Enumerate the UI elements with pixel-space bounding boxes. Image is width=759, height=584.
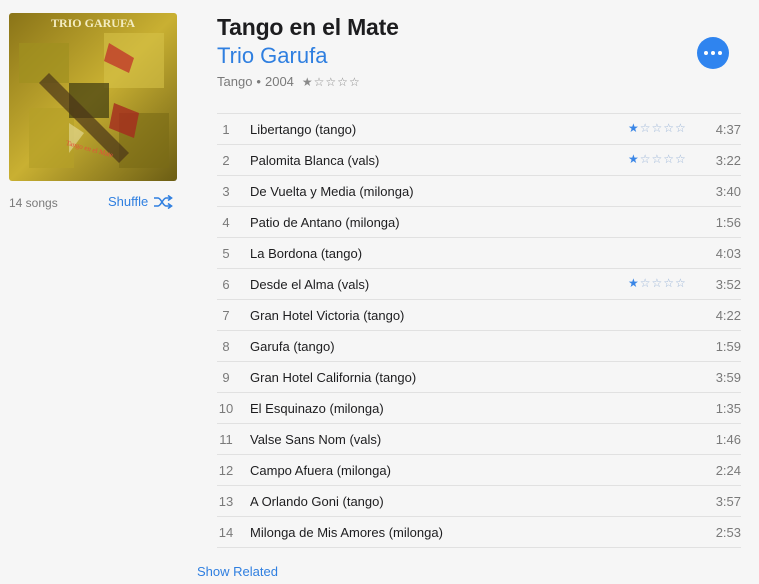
track-number: 13 <box>218 493 234 509</box>
track-row[interactable]: 13 A Orlando Goni (tango) 3:57 <box>217 486 741 517</box>
track-row[interactable]: 14 Milonga de Mis Amores (milonga) 2:53 <box>217 517 741 548</box>
track-row[interactable]: 7 Gran Hotel Victoria (tango) 4:22 <box>217 300 741 331</box>
track-duration: 1:35 <box>715 400 741 416</box>
track-number: 2 <box>222 152 230 168</box>
track-row[interactable]: 3 De Vuelta y Media (milonga) 3:40 <box>217 176 741 207</box>
shuffle-icon <box>154 194 174 209</box>
rating-filled: ★ <box>628 152 640 166</box>
track-row[interactable]: 11 Valse Sans Nom (vals) 1:46 <box>217 424 741 455</box>
track-name: De Vuelta y Media (milonga) <box>250 183 414 199</box>
album-artwork-image: TRIO GARUFA Tango en el Mate <box>9 13 177 181</box>
track-row[interactable]: 2 Palomita Blanca (vals) ★☆☆☆☆ 3:22 <box>217 145 741 176</box>
album-genre: Tango <box>217 74 253 89</box>
track-name: Gran Hotel Victoria (tango) <box>250 307 405 323</box>
track-duration: 4:37 <box>715 121 741 137</box>
track-row[interactable]: 6 Desde el Alma (vals) ★☆☆☆☆ 3:52 <box>217 269 741 300</box>
track-duration: 4:03 <box>715 245 741 261</box>
track-number: 12 <box>218 462 234 478</box>
track-number: 9 <box>222 369 230 385</box>
track-duration: 1:56 <box>715 214 741 230</box>
track-row[interactable]: 8 Garufa (tango) 1:59 <box>217 331 741 362</box>
track-name: Valse Sans Nom (vals) <box>250 431 382 447</box>
track-name: Garufa (tango) <box>250 338 335 354</box>
track-row[interactable]: 4 Patio de Antano (milonga) 1:56 <box>217 207 741 238</box>
track-name: El Esquinazo (milonga) <box>250 400 384 416</box>
more-icon-dot <box>704 51 708 55</box>
track-name: A Orlando Goni (tango) <box>250 493 384 509</box>
album-meta: Tango • 2004 ★☆☆☆☆ <box>217 74 361 89</box>
track-number: 3 <box>222 183 230 199</box>
rating-empty: ☆☆☆☆ <box>639 152 687 166</box>
album-title: Tango en el Mate <box>217 14 399 40</box>
track-number: 8 <box>222 338 230 354</box>
track-duration: 4:22 <box>715 307 741 323</box>
track-row[interactable]: 12 Campo Afuera (milonga) 2:24 <box>217 455 741 486</box>
track-duration: 2:24 <box>715 462 741 478</box>
more-icon-dot <box>718 51 722 55</box>
song-count: 14 songs <box>9 196 58 210</box>
album-year: 2004 <box>264 74 294 89</box>
track-duration: 3:40 <box>715 183 741 199</box>
track-duration: 3:59 <box>715 369 741 385</box>
track-list: 1 Libertango (tango) ★☆☆☆☆ 4:37 2 Palomi… <box>217 113 741 548</box>
track-name: Campo Afuera (milonga) <box>250 462 391 478</box>
more-icon-dot <box>711 51 715 55</box>
track-row[interactable]: 1 Libertango (tango) ★☆☆☆☆ 4:37 <box>217 114 741 145</box>
track-duration: 1:59 <box>715 338 741 354</box>
track-duration: 3:52 <box>715 276 741 292</box>
track-row[interactable]: 10 El Esquinazo (milonga) 1:35 <box>217 393 741 424</box>
track-rating[interactable]: ★☆☆☆☆ <box>628 276 687 290</box>
album-rating[interactable]: ★☆☆☆☆ <box>302 75 361 89</box>
track-name: Milonga de Mis Amores (milonga) <box>250 524 443 540</box>
track-number: 10 <box>218 400 234 416</box>
track-row[interactable]: 5 La Bordona (tango) 4:03 <box>217 238 741 269</box>
track-number: 14 <box>218 524 234 540</box>
track-number: 4 <box>222 214 230 230</box>
artwork-title-text: TRIO GARUFA <box>51 16 135 30</box>
track-rating[interactable]: ★☆☆☆☆ <box>628 121 687 135</box>
album-artwork[interactable]: TRIO GARUFA Tango en el Mate <box>9 13 177 181</box>
artist-link[interactable]: Trio Garufa <box>217 43 327 69</box>
track-duration: 3:57 <box>715 493 741 509</box>
rating-empty: ☆☆☆☆ <box>639 121 687 135</box>
rating-filled: ★ <box>628 276 640 290</box>
track-number: 5 <box>222 245 230 261</box>
rating-filled: ★ <box>628 121 640 135</box>
track-number: 1 <box>222 121 230 137</box>
show-related-link[interactable]: Show Related <box>197 564 278 579</box>
track-duration: 3:22 <box>715 152 741 168</box>
track-row[interactable]: 9 Gran Hotel California (tango) 3:59 <box>217 362 741 393</box>
more-button[interactable] <box>697 37 729 69</box>
track-name: Gran Hotel California (tango) <box>250 369 417 385</box>
track-number: 11 <box>219 431 233 447</box>
meta-separator: • <box>256 74 261 89</box>
track-rating[interactable]: ★☆☆☆☆ <box>628 152 687 166</box>
shuffle-button[interactable]: Shuffle <box>108 194 174 209</box>
track-name: Patio de Antano (milonga) <box>250 214 400 230</box>
rating-empty: ☆☆☆☆ <box>639 276 687 290</box>
track-name: La Bordona (tango) <box>250 245 363 261</box>
track-number: 6 <box>222 276 230 292</box>
shuffle-label: Shuffle <box>108 194 149 209</box>
track-duration: 2:53 <box>715 524 741 540</box>
track-duration: 1:46 <box>715 431 741 447</box>
track-number: 7 <box>222 307 230 323</box>
